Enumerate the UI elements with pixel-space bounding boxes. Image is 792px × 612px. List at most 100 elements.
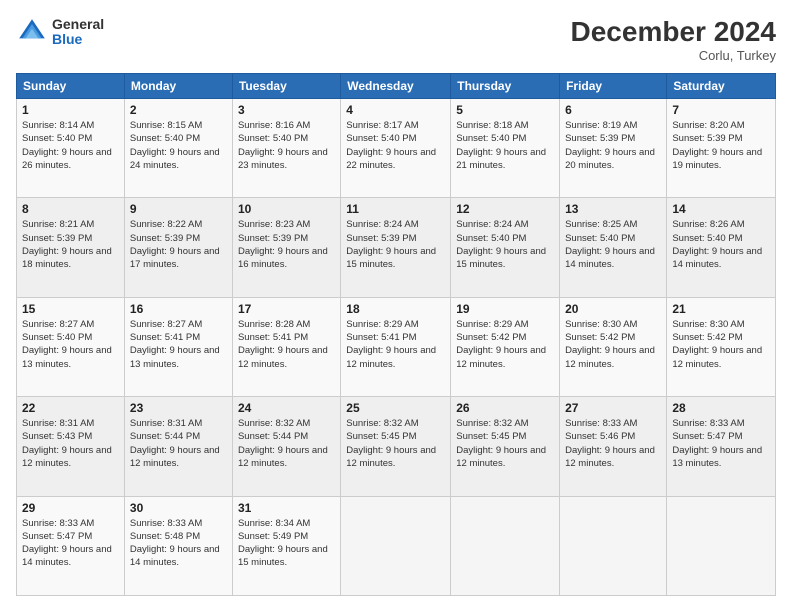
day-number: 22 <box>22 401 119 415</box>
calendar-cell <box>560 496 667 595</box>
day-info: Sunrise: 8:23 AMSunset: 5:39 PMDaylight:… <box>238 218 335 271</box>
day-number: 8 <box>22 202 119 216</box>
logo-general: General <box>52 17 104 32</box>
calendar-cell: 14 Sunrise: 8:26 AMSunset: 5:40 PMDaylig… <box>667 198 776 297</box>
day-info: Sunrise: 8:30 AMSunset: 5:42 PMDaylight:… <box>565 318 661 371</box>
day-number: 21 <box>672 302 770 316</box>
col-monday: Monday <box>124 74 232 99</box>
logo-icon <box>16 16 48 48</box>
logo-text: General Blue <box>52 17 104 48</box>
col-saturday: Saturday <box>667 74 776 99</box>
calendar-table: Sunday Monday Tuesday Wednesday Thursday… <box>16 73 776 596</box>
header: General Blue December 2024 Corlu, Turkey <box>16 16 776 63</box>
logo: General Blue <box>16 16 104 48</box>
day-info: Sunrise: 8:20 AMSunset: 5:39 PMDaylight:… <box>672 119 770 172</box>
calendar-body: 1 Sunrise: 8:14 AMSunset: 5:40 PMDayligh… <box>17 99 776 596</box>
day-number: 9 <box>130 202 227 216</box>
day-number: 13 <box>565 202 661 216</box>
day-info: Sunrise: 8:31 AMSunset: 5:44 PMDaylight:… <box>130 417 227 470</box>
calendar-cell: 26 Sunrise: 8:32 AMSunset: 5:45 PMDaylig… <box>451 397 560 496</box>
day-number: 27 <box>565 401 661 415</box>
day-info: Sunrise: 8:33 AMSunset: 5:48 PMDaylight:… <box>130 517 227 570</box>
day-info: Sunrise: 8:32 AMSunset: 5:45 PMDaylight:… <box>346 417 445 470</box>
calendar-cell: 6 Sunrise: 8:19 AMSunset: 5:39 PMDayligh… <box>560 99 667 198</box>
day-info: Sunrise: 8:15 AMSunset: 5:40 PMDaylight:… <box>130 119 227 172</box>
month-title: December 2024 <box>571 16 776 48</box>
day-info: Sunrise: 8:24 AMSunset: 5:39 PMDaylight:… <box>346 218 445 271</box>
calendar-week-3: 15 Sunrise: 8:27 AMSunset: 5:40 PMDaylig… <box>17 297 776 396</box>
day-number: 26 <box>456 401 554 415</box>
day-info: Sunrise: 8:19 AMSunset: 5:39 PMDaylight:… <box>565 119 661 172</box>
day-info: Sunrise: 8:29 AMSunset: 5:42 PMDaylight:… <box>456 318 554 371</box>
day-info: Sunrise: 8:32 AMSunset: 5:45 PMDaylight:… <box>456 417 554 470</box>
day-number: 14 <box>672 202 770 216</box>
calendar-cell: 19 Sunrise: 8:29 AMSunset: 5:42 PMDaylig… <box>451 297 560 396</box>
calendar-cell: 23 Sunrise: 8:31 AMSunset: 5:44 PMDaylig… <box>124 397 232 496</box>
calendar-cell: 16 Sunrise: 8:27 AMSunset: 5:41 PMDaylig… <box>124 297 232 396</box>
calendar-cell: 4 Sunrise: 8:17 AMSunset: 5:40 PMDayligh… <box>341 99 451 198</box>
day-number: 23 <box>130 401 227 415</box>
day-number: 2 <box>130 103 227 117</box>
day-info: Sunrise: 8:21 AMSunset: 5:39 PMDaylight:… <box>22 218 119 271</box>
calendar-cell: 5 Sunrise: 8:18 AMSunset: 5:40 PMDayligh… <box>451 99 560 198</box>
day-info: Sunrise: 8:34 AMSunset: 5:49 PMDaylight:… <box>238 517 335 570</box>
day-info: Sunrise: 8:32 AMSunset: 5:44 PMDaylight:… <box>238 417 335 470</box>
calendar-cell: 10 Sunrise: 8:23 AMSunset: 5:39 PMDaylig… <box>232 198 340 297</box>
calendar-cell: 3 Sunrise: 8:16 AMSunset: 5:40 PMDayligh… <box>232 99 340 198</box>
day-number: 28 <box>672 401 770 415</box>
calendar-header: Sunday Monday Tuesday Wednesday Thursday… <box>17 74 776 99</box>
calendar-cell: 22 Sunrise: 8:31 AMSunset: 5:43 PMDaylig… <box>17 397 125 496</box>
day-info: Sunrise: 8:27 AMSunset: 5:41 PMDaylight:… <box>130 318 227 371</box>
day-number: 3 <box>238 103 335 117</box>
header-row: Sunday Monday Tuesday Wednesday Thursday… <box>17 74 776 99</box>
page: General Blue December 2024 Corlu, Turkey… <box>0 0 792 612</box>
calendar-cell <box>341 496 451 595</box>
day-number: 31 <box>238 501 335 515</box>
day-info: Sunrise: 8:24 AMSunset: 5:40 PMDaylight:… <box>456 218 554 271</box>
day-info: Sunrise: 8:26 AMSunset: 5:40 PMDaylight:… <box>672 218 770 271</box>
col-tuesday: Tuesday <box>232 74 340 99</box>
day-number: 11 <box>346 202 445 216</box>
col-thursday: Thursday <box>451 74 560 99</box>
day-info: Sunrise: 8:30 AMSunset: 5:42 PMDaylight:… <box>672 318 770 371</box>
day-info: Sunrise: 8:17 AMSunset: 5:40 PMDaylight:… <box>346 119 445 172</box>
calendar-cell: 7 Sunrise: 8:20 AMSunset: 5:39 PMDayligh… <box>667 99 776 198</box>
day-number: 7 <box>672 103 770 117</box>
day-number: 19 <box>456 302 554 316</box>
col-wednesday: Wednesday <box>341 74 451 99</box>
day-number: 5 <box>456 103 554 117</box>
day-number: 4 <box>346 103 445 117</box>
day-info: Sunrise: 8:25 AMSunset: 5:40 PMDaylight:… <box>565 218 661 271</box>
calendar-week-5: 29 Sunrise: 8:33 AMSunset: 5:47 PMDaylig… <box>17 496 776 595</box>
day-number: 10 <box>238 202 335 216</box>
day-number: 16 <box>130 302 227 316</box>
calendar-cell: 24 Sunrise: 8:32 AMSunset: 5:44 PMDaylig… <box>232 397 340 496</box>
calendar-cell: 21 Sunrise: 8:30 AMSunset: 5:42 PMDaylig… <box>667 297 776 396</box>
calendar-cell: 27 Sunrise: 8:33 AMSunset: 5:46 PMDaylig… <box>560 397 667 496</box>
calendar-cell: 29 Sunrise: 8:33 AMSunset: 5:47 PMDaylig… <box>17 496 125 595</box>
day-number: 20 <box>565 302 661 316</box>
day-info: Sunrise: 8:31 AMSunset: 5:43 PMDaylight:… <box>22 417 119 470</box>
day-number: 18 <box>346 302 445 316</box>
day-number: 1 <box>22 103 119 117</box>
calendar-cell: 13 Sunrise: 8:25 AMSunset: 5:40 PMDaylig… <box>560 198 667 297</box>
day-info: Sunrise: 8:33 AMSunset: 5:47 PMDaylight:… <box>672 417 770 470</box>
calendar-cell: 18 Sunrise: 8:29 AMSunset: 5:41 PMDaylig… <box>341 297 451 396</box>
day-info: Sunrise: 8:33 AMSunset: 5:47 PMDaylight:… <box>22 517 119 570</box>
day-info: Sunrise: 8:16 AMSunset: 5:40 PMDaylight:… <box>238 119 335 172</box>
day-info: Sunrise: 8:29 AMSunset: 5:41 PMDaylight:… <box>346 318 445 371</box>
calendar-week-2: 8 Sunrise: 8:21 AMSunset: 5:39 PMDayligh… <box>17 198 776 297</box>
calendar-week-4: 22 Sunrise: 8:31 AMSunset: 5:43 PMDaylig… <box>17 397 776 496</box>
calendar-cell <box>667 496 776 595</box>
calendar-cell: 31 Sunrise: 8:34 AMSunset: 5:49 PMDaylig… <box>232 496 340 595</box>
day-number: 17 <box>238 302 335 316</box>
day-info: Sunrise: 8:33 AMSunset: 5:46 PMDaylight:… <box>565 417 661 470</box>
calendar-cell <box>451 496 560 595</box>
calendar-cell: 2 Sunrise: 8:15 AMSunset: 5:40 PMDayligh… <box>124 99 232 198</box>
title-block: December 2024 Corlu, Turkey <box>571 16 776 63</box>
day-info: Sunrise: 8:18 AMSunset: 5:40 PMDaylight:… <box>456 119 554 172</box>
col-friday: Friday <box>560 74 667 99</box>
day-number: 30 <box>130 501 227 515</box>
day-info: Sunrise: 8:14 AMSunset: 5:40 PMDaylight:… <box>22 119 119 172</box>
day-number: 29 <box>22 501 119 515</box>
